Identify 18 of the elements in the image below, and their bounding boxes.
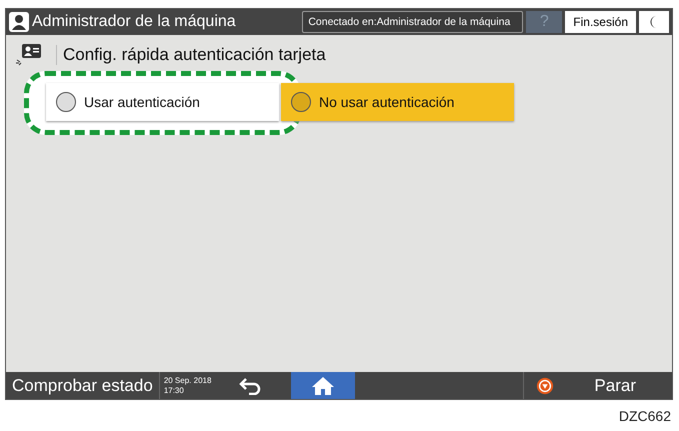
header-title: Administrador de la máquina bbox=[32, 13, 237, 31]
user-icon bbox=[9, 12, 29, 32]
connection-dropdown[interactable]: Conectado en:Administrador de la máquina bbox=[302, 11, 524, 33]
home-button[interactable] bbox=[291, 372, 356, 399]
home-icon bbox=[311, 376, 336, 396]
radio-icon bbox=[56, 92, 76, 112]
time-text: 17:30 bbox=[164, 386, 185, 396]
stop-icon bbox=[536, 376, 554, 394]
id-card-icon bbox=[16, 43, 42, 67]
logout-button[interactable]: Fin.sesión bbox=[565, 11, 636, 33]
figure-id: DZC662 bbox=[618, 408, 671, 424]
check-status-button[interactable]: Comprobar estado bbox=[6, 372, 159, 399]
option-button[interactable]: No usar autenticación bbox=[281, 83, 514, 121]
screen-title: Config. rápida autenticación tarjeta bbox=[56, 45, 326, 65]
option-button[interactable]: Usar autenticación bbox=[46, 83, 279, 121]
date-text: 20 Sep. 2018 bbox=[164, 376, 212, 386]
radio-icon bbox=[291, 92, 311, 112]
stop-button[interactable]: Parar bbox=[584, 372, 672, 399]
